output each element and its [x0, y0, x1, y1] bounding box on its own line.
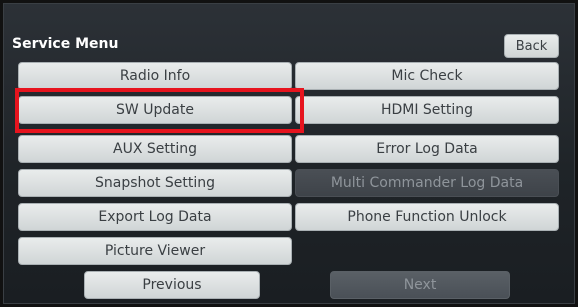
picture-viewer-button[interactable]: Picture Viewer — [18, 237, 292, 265]
hdmi-setting-button[interactable]: HDMI Setting — [295, 96, 559, 124]
snapshot-setting-button[interactable]: Snapshot Setting — [18, 169, 292, 197]
error-log-data-button[interactable]: Error Log Data — [295, 135, 559, 163]
multi-commander-log-data-button: Multi Commander Log Data — [295, 169, 559, 197]
export-log-data-button[interactable]: Export Log Data — [18, 203, 292, 231]
next-button: Next — [330, 271, 510, 299]
previous-button[interactable]: Previous — [84, 271, 260, 299]
sw-update-button[interactable]: SW Update — [18, 96, 292, 124]
back-button[interactable]: Back — [504, 34, 559, 58]
mic-check-button[interactable]: Mic Check — [295, 62, 559, 90]
page-title: Service Menu — [12, 36, 119, 52]
device-frame: Service Menu Back Radio Info Mic Check S… — [0, 0, 578, 307]
phone-function-unlock-button[interactable]: Phone Function Unlock — [295, 203, 559, 231]
radio-info-button[interactable]: Radio Info — [18, 62, 292, 90]
aux-setting-button[interactable]: AUX Setting — [18, 135, 292, 163]
service-menu-screen: Service Menu Back Radio Info Mic Check S… — [3, 3, 575, 304]
